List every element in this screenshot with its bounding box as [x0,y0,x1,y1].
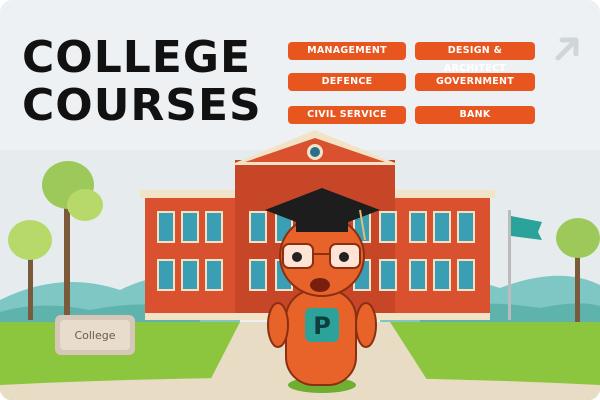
course-banner: College P COLLEGE COURSES MANAGEMENT DES… [0,0,600,400]
window [181,211,199,243]
course-button-bank[interactable]: BANK [415,106,535,124]
sign-text: College [74,329,115,342]
window [409,259,427,291]
course-button-civil-service[interactable]: CIVIL SERVICE [288,106,406,124]
arrow-up-right-icon[interactable] [552,34,582,64]
window [457,211,475,243]
window [157,211,175,243]
window [457,259,475,291]
college-sign: College [55,315,135,355]
page-title: COLLEGE COURSES [22,34,262,130]
course-button-government[interactable]: GOVERNMENT [415,73,535,91]
mascot-badge-letter: P [313,312,331,340]
course-button-design-architect[interactable]: DESIGN & ARCHITECT [415,42,535,74]
window [205,211,223,243]
course-button-management[interactable]: MANAGEMENT [288,42,406,60]
window [433,259,451,291]
title-line-2: COURSES [22,80,262,131]
window [433,211,451,243]
title-line-1: COLLEGE [22,32,251,83]
window [409,211,427,243]
window [157,259,175,291]
window [205,259,223,291]
window [379,259,397,291]
course-button-defence[interactable]: DEFENCE [288,73,406,91]
window [181,259,199,291]
window [249,211,267,243]
window [249,259,267,291]
window [379,211,397,243]
